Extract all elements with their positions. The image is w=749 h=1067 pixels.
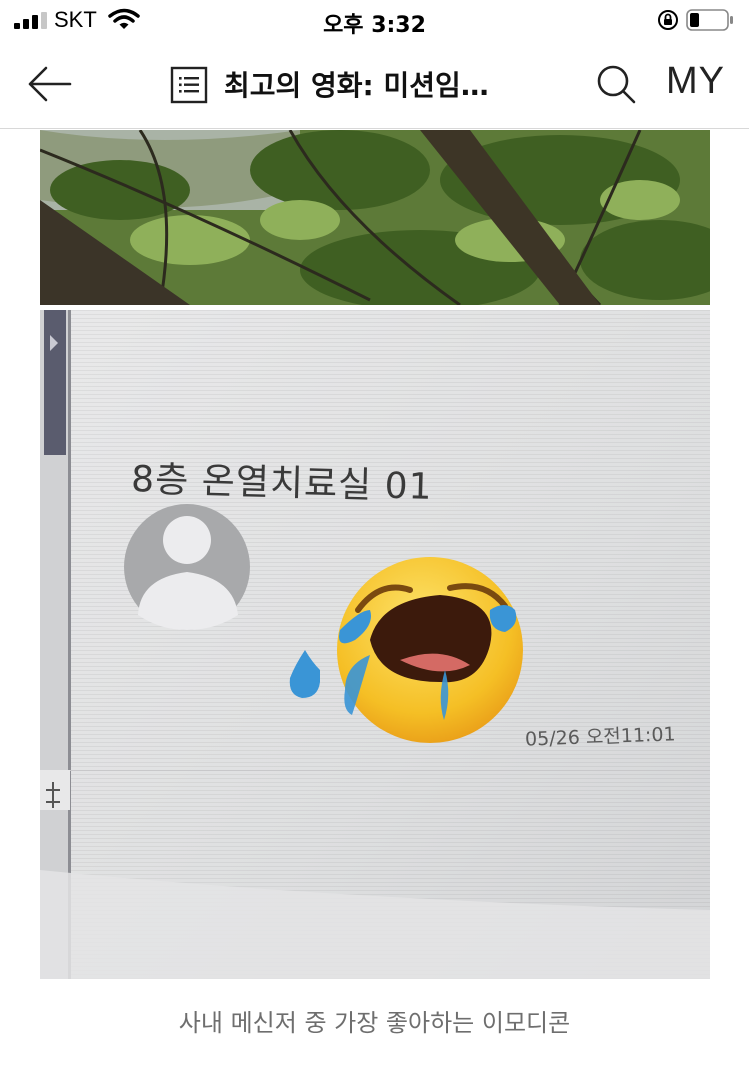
photo-foliage bbox=[40, 130, 710, 305]
page-title: 최고의 영화: 미션임… bbox=[224, 69, 489, 102]
search-icon[interactable] bbox=[596, 64, 636, 104]
nav-bar: 최고의 영화: 미션임… MY bbox=[0, 40, 749, 129]
battery-icon bbox=[686, 9, 733, 31]
message-timestamp: 05/26 오전11:01 bbox=[524, 723, 676, 751]
sender-name: 8층 온열치료실 01 bbox=[130, 458, 433, 508]
foliage-image bbox=[40, 130, 710, 305]
status-time: 오후 3:32 bbox=[323, 13, 426, 38]
my-button[interactable]: MY bbox=[666, 60, 725, 103]
back-arrow-icon[interactable] bbox=[26, 64, 74, 104]
list-icon[interactable] bbox=[170, 66, 208, 104]
status-bar: SKT 오후 3:32 bbox=[0, 0, 749, 40]
image-caption: 사내 메신저 중 가장 좋아하는 이모디콘 bbox=[178, 1009, 571, 1037]
photo-messenger-screen: 8층 온열치료실 01 05/26 오전11:01 bbox=[40, 310, 710, 979]
orientation-lock-icon bbox=[658, 10, 678, 30]
avatar bbox=[124, 504, 250, 630]
